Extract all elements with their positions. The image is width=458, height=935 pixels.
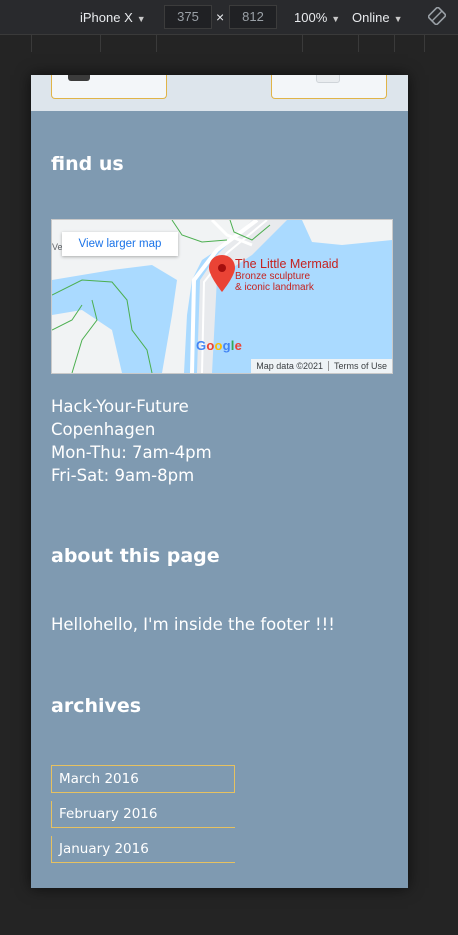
archives-heading: archives	[51, 695, 142, 717]
rotate-icon[interactable]	[428, 7, 446, 25]
zoom-label: 100%	[294, 10, 328, 25]
google-logo-letter: G	[196, 338, 207, 353]
ruler-mark	[31, 34, 32, 52]
devtools-device-toolbar: iPhone X ▼ 375 × 812 100% ▼ Online ▼	[0, 0, 458, 34]
height-input[interactable]: 812	[229, 5, 277, 29]
ruler-mark	[302, 34, 303, 52]
device-viewport: find us Ve View larger map The Little Me…	[31, 75, 408, 888]
find-us-heading: find us	[51, 153, 124, 175]
archive-link-february-2016[interactable]: February 2016	[51, 801, 235, 828]
product-card[interactable]	[271, 75, 387, 99]
ruler-mark	[394, 34, 395, 52]
place-description-line: Bronze sculpture	[235, 271, 311, 282]
zoom-select[interactable]: 100% ▼	[294, 10, 340, 25]
ruler-mark	[100, 34, 101, 52]
product-image	[68, 75, 90, 81]
terms-of-use-link[interactable]: Terms of Use	[327, 361, 392, 371]
opening-hours: Mon-Thu: 7am-4pm	[51, 443, 212, 462]
place-description: Bronze sculpture & iconic landmark	[235, 271, 365, 293]
google-logo-letter: g	[222, 338, 231, 353]
opening-hours: Fri-Sat: 9am-8pm	[51, 466, 195, 485]
archive-link-march-2016[interactable]: March 2016	[51, 765, 235, 793]
network-label: Online	[352, 10, 390, 25]
chevron-down-icon: ▼	[136, 14, 146, 24]
google-logo: Google	[196, 338, 242, 353]
archives-list: March 2016 February 2016 January 2016	[51, 765, 235, 871]
product-strip	[31, 75, 408, 111]
about-text: Hellohello, I'm inside the footer !!!	[51, 615, 335, 634]
network-throttle-select[interactable]: Online ▼	[352, 10, 403, 25]
map-edge-label: Ve	[52, 242, 63, 252]
address-line: Hack-Your-Future	[51, 397, 189, 416]
ruler-mark	[358, 34, 359, 52]
google-logo-letter: e	[234, 338, 243, 353]
map-data-text: Map data ©2021	[256, 361, 323, 371]
dimension-separator: ×	[216, 9, 225, 25]
place-name[interactable]: The Little Mermaid	[235, 257, 339, 271]
address-line: Copenhagen	[51, 420, 156, 439]
device-select[interactable]: iPhone X ▼	[80, 10, 146, 25]
width-input[interactable]: 375	[164, 5, 212, 29]
archive-link-january-2016[interactable]: January 2016	[51, 836, 235, 863]
product-image	[316, 75, 340, 83]
chevron-down-icon: ▼	[331, 14, 341, 24]
map-attribution: Map data ©2021 Terms of Use	[251, 359, 392, 373]
address-block: Hack-Your-Future Copenhagen Mon-Thu: 7am…	[51, 395, 212, 487]
embedded-map[interactable]: Ve View larger map The Little Mermaid Br…	[51, 219, 393, 374]
place-description-line: & iconic landmark	[235, 282, 314, 293]
chevron-down-icon: ▼	[393, 14, 403, 24]
ruler-mark	[156, 34, 157, 52]
google-logo-letter: o	[214, 338, 223, 353]
ruler-mark	[424, 34, 425, 52]
view-larger-map-link[interactable]: View larger map	[62, 232, 178, 256]
media-query-ruler	[0, 34, 458, 53]
device-label: iPhone X	[80, 10, 133, 25]
about-heading: about this page	[51, 545, 220, 567]
product-card[interactable]	[51, 75, 167, 99]
